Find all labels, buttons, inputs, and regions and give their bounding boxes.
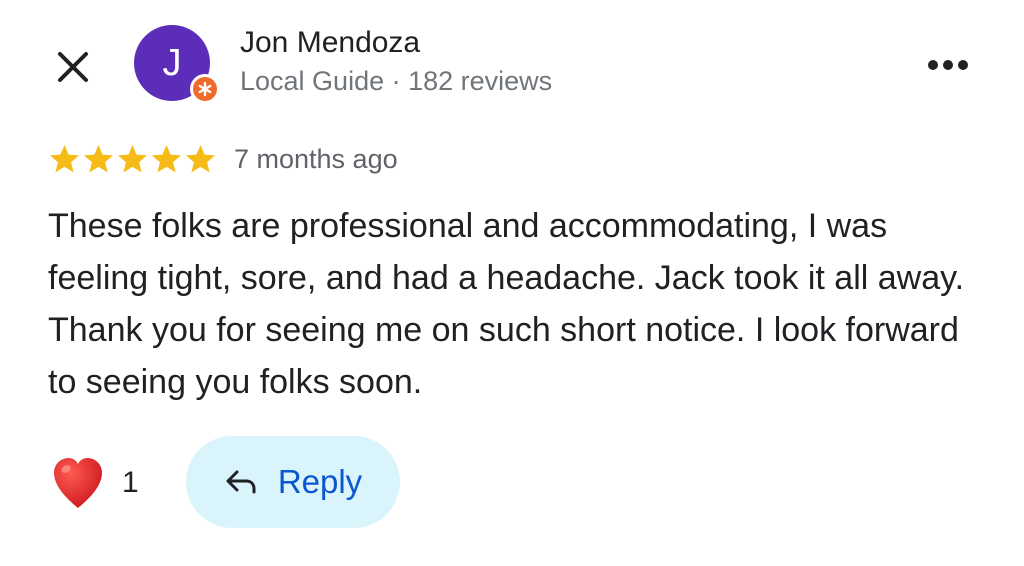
- star-icon: [152, 145, 181, 173]
- review-text: These folks are professional and accommo…: [48, 207, 965, 401]
- reply-label: Reply: [277, 463, 363, 500]
- author-meta: Local Guide · 182 reviews: [240, 66, 553, 96]
- reply-button[interactable]: Reply: [186, 436, 400, 528]
- more-options-button[interactable]: [922, 50, 976, 80]
- star-icon: [186, 145, 215, 173]
- local-guide-badge-icon: [190, 74, 220, 104]
- more-horizontal-icon: [928, 60, 968, 70]
- star-icon: [118, 145, 147, 173]
- star-icon: [50, 145, 79, 173]
- star-icon: [84, 145, 113, 173]
- star-rating: [48, 143, 217, 179]
- review-date: 7 months ago: [234, 144, 398, 174]
- close-icon: [58, 52, 88, 82]
- reply-arrow-icon: [226, 470, 256, 494]
- close-button[interactable]: [52, 44, 96, 88]
- heart-icon: [54, 458, 102, 508]
- like-button[interactable]: [50, 454, 106, 512]
- like-count: 1: [122, 466, 139, 499]
- author-name[interactable]: Jon Mendoza: [240, 26, 420, 60]
- review-detail-card: J Jon Mendoza Local Guide · 182 reviews …: [0, 0, 1024, 566]
- avatar-initial: J: [162, 42, 182, 84]
